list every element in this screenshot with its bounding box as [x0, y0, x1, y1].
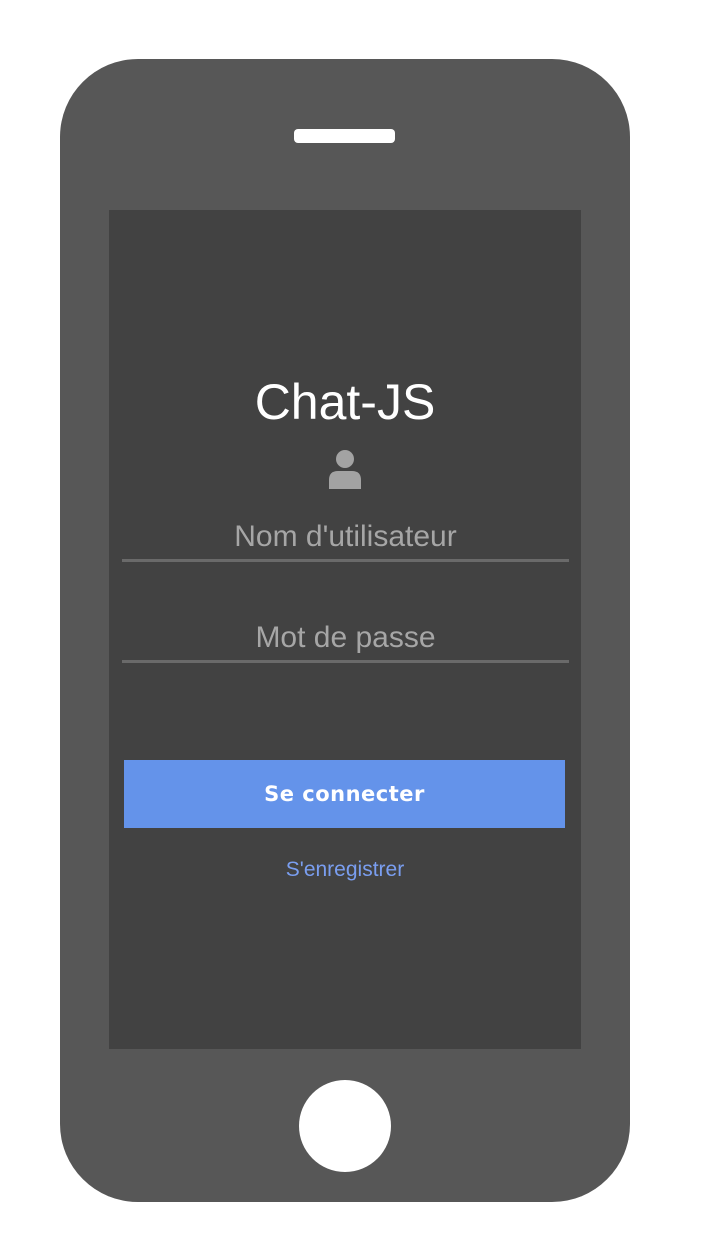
- password-field: [122, 616, 569, 663]
- username-field: [122, 515, 569, 562]
- phone-frame: Chat-JS Se connecter S'enregistrer: [60, 59, 630, 1202]
- phone-speaker: [294, 129, 395, 143]
- user-icon: [329, 450, 361, 489]
- phone-home-button: [299, 1080, 391, 1172]
- login-button[interactable]: Se connecter: [124, 760, 565, 828]
- password-input[interactable]: [122, 616, 569, 660]
- app-title: Chat-JS: [254, 374, 436, 430]
- register-link[interactable]: S'enregistrer: [109, 858, 581, 882]
- username-input[interactable]: [122, 515, 569, 559]
- phone-screen: Chat-JS Se connecter S'enregistrer: [109, 210, 581, 1049]
